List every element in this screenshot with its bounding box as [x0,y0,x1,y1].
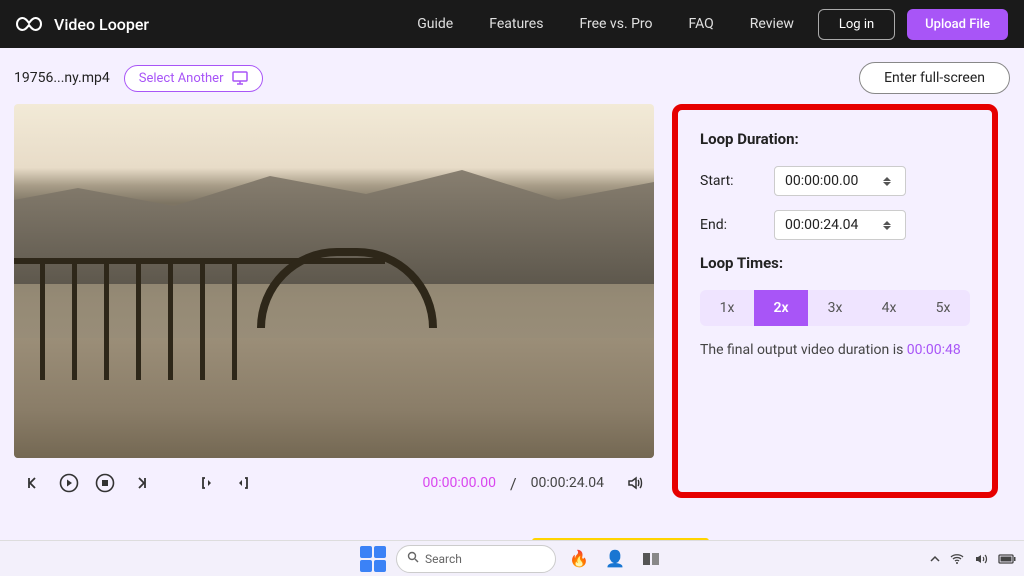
start-spinner[interactable] [883,177,895,186]
login-button[interactable]: Log in [818,9,895,40]
loop-times-2x[interactable]: 2x [754,290,808,326]
system-tray [930,553,1016,565]
taskbar-app-icon-2[interactable]: 👤 [602,546,628,572]
nav-review[interactable]: Review [750,16,794,32]
player-column: 00:00:00.00 / 00:00:24.04 [14,104,654,498]
start-time-input[interactable]: 00:00:00.00 [774,166,906,196]
loop-times-1x[interactable]: 1x [700,290,754,326]
play-icon[interactable] [58,472,80,494]
infinity-icon [16,16,44,32]
time-slash: / [510,474,517,493]
step-back-icon[interactable] [22,472,44,494]
chevron-up-icon[interactable] [883,177,891,181]
sub-header: 19756...ny.mp4 Select Another Enter full… [0,48,1024,104]
fullscreen-button[interactable]: Enter full-screen [859,62,1010,94]
loop-times-heading: Loop Times: [700,254,970,272]
set-start-bracket-icon[interactable] [196,472,218,494]
chevron-down-icon[interactable] [883,226,891,230]
current-time: 00:00:00.00 [423,475,496,491]
upload-file-button[interactable]: Upload File [907,9,1008,40]
final-duration-prefix: The final output video duration is [700,342,907,358]
chevron-up-icon[interactable] [883,221,891,225]
end-spinner[interactable] [883,221,895,230]
windows-taskbar: Search 🔥 👤 [0,540,1024,576]
wifi-icon[interactable] [950,553,964,565]
nav-free-vs-pro[interactable]: Free vs. Pro [579,16,652,32]
chevron-up-icon[interactable] [930,555,940,563]
app-logo: Video Looper [16,15,149,34]
end-time-input[interactable]: 00:00:24.04 [774,210,906,240]
player-controls: 00:00:00.00 / 00:00:24.04 [14,458,654,498]
task-view-icon[interactable] [638,546,664,572]
loop-times-5x[interactable]: 5x [916,290,970,326]
loop-times-4x[interactable]: 4x [862,290,916,326]
loop-duration-heading: Loop Duration: [700,130,970,148]
step-forward-icon[interactable] [130,472,152,494]
app-title: Video Looper [54,15,149,34]
loop-times-3x[interactable]: 3x [808,290,862,326]
select-another-label: Select Another [139,71,224,86]
filename-label: 19756...ny.mp4 [14,70,110,86]
end-label: End: [700,217,774,233]
select-another-button[interactable]: Select Another [124,65,263,92]
end-time-value: 00:00:24.04 [785,217,858,233]
volume-icon[interactable] [624,472,646,494]
start-time-value: 00:00:00.00 [785,173,858,189]
set-end-bracket-icon[interactable] [232,472,254,494]
loop-times-selector: 1x 2x 3x 4x 5x [700,290,970,326]
nav-faq[interactable]: FAQ [689,16,714,32]
speaker-icon[interactable] [974,553,988,565]
nav-features[interactable]: Features [489,16,543,32]
taskbar-search[interactable]: Search [396,545,556,573]
nav-guide[interactable]: Guide [417,16,453,32]
taskbar-search-placeholder: Search [425,552,462,566]
start-label: Start: [700,173,774,189]
total-time: 00:00:24.04 [531,475,604,491]
taskbar-app-icon-1[interactable]: 🔥 [566,546,592,572]
app-header: Video Looper Guide Features Free vs. Pro… [0,0,1024,48]
monitor-icon [232,71,248,85]
loop-settings-panel: Loop Duration: Start: 00:00:00.00 End: 0… [672,104,998,498]
nav-links: Guide Features Free vs. Pro FAQ Review [417,16,794,32]
video-preview[interactable] [14,104,654,458]
final-duration-value: 00:00:48 [907,342,961,358]
final-duration-line: The final output video duration is 00:00… [700,342,970,358]
battery-icon[interactable] [998,554,1016,564]
chevron-down-icon[interactable] [883,182,891,186]
stop-icon[interactable] [94,472,116,494]
search-icon [407,551,419,566]
start-button[interactable] [360,546,386,572]
